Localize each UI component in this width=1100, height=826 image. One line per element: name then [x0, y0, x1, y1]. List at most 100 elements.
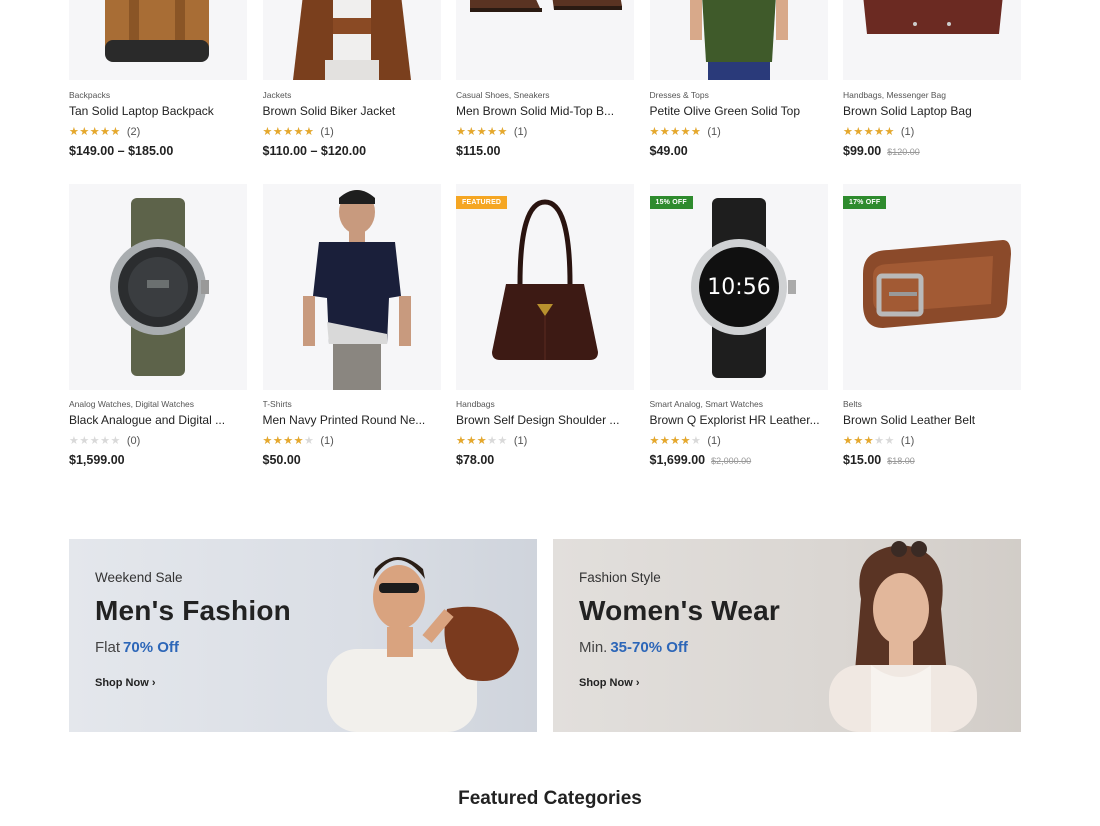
product-price: $15.00 $18.00	[843, 453, 915, 467]
star-rating-icon: ★★★★★★★★★★	[456, 434, 508, 447]
product-image[interactable]: 17% Off	[843, 184, 1021, 390]
product-image[interactable]	[649, 0, 828, 80]
product-price: $110.00 – $120.00	[262, 144, 367, 158]
product-rating: ★★★★★★★★★★ (1)	[843, 126, 1021, 138]
product-image[interactable]	[262, 0, 441, 80]
product-price: $1,599.00	[69, 453, 125, 467]
review-count: (1)	[707, 126, 721, 138]
product-categories[interactable]: Backpacks	[69, 90, 247, 100]
star-rating-icon: ★★★★★★★★★★	[456, 125, 508, 138]
review-count: (2)	[126, 126, 141, 138]
product-categories[interactable]: Handbags	[456, 399, 634, 409]
star-rating-icon: ★★★★★★★★★★	[843, 434, 895, 447]
product-name[interactable]: Tan Solid Laptop Backpack	[69, 104, 247, 118]
product-image[interactable]: Featured	[456, 184, 634, 390]
product-name[interactable]: Men Brown Solid Mid-Top B...	[456, 104, 634, 118]
banner-offer: Flat 70% Off	[95, 639, 179, 656]
product-rating: ★★★★★★★★★★ (1)	[263, 126, 441, 138]
product-card[interactable]: 10:56 15% Off Smart Analog, Smart Watche…	[649, 184, 828, 467]
product-name[interactable]: Men Navy Printed Round Ne...	[263, 413, 441, 427]
star-rating-icon: ★★★★★★★★★★	[69, 125, 121, 138]
product-categories[interactable]: Handbags, Messenger Bag	[843, 90, 1021, 100]
product-card[interactable]: Dresses & Tops Petite Olive Green Solid …	[649, 0, 828, 158]
discount-badge: 17% Off	[843, 196, 887, 209]
review-count: (1)	[900, 435, 915, 447]
product-rating: ★★★★★★★★★★ (1)	[843, 435, 1021, 447]
product-price: $149.00 – $185.00	[69, 144, 174, 158]
star-rating-icon: ★★★★★★★★★★	[262, 125, 315, 138]
product-price: $78.00	[456, 453, 495, 467]
banner-subtitle: Weekend Sale	[95, 570, 183, 585]
review-count: (1)	[320, 435, 334, 447]
product-image[interactable]	[69, 0, 247, 80]
product-name[interactable]: Brown Self Design Shoulder ...	[456, 413, 634, 427]
product-name[interactable]: Brown Q Explorist HR Leather...	[650, 413, 828, 427]
product-rating: ★★★★★★★★★★ (1)	[456, 435, 634, 447]
featured-categories-heading: Featured Categories	[458, 788, 642, 809]
product-rating: ★★★★★★★★★★ (1)	[650, 435, 828, 447]
svg-text:10:56: 10:56	[707, 275, 770, 300]
star-rating-icon: ★★★★★★★★★★	[69, 434, 121, 447]
product-categories[interactable]: Analog Watches, Digital Watches	[69, 399, 247, 409]
discount-badge: 15% Off	[649, 196, 693, 209]
banner-title: Men's Fashion	[95, 595, 291, 626]
product-card[interactable]: T-Shirts Men Navy Printed Round Ne... ★★…	[262, 184, 441, 467]
product-categories[interactable]: Casual Shoes, Sneakers	[456, 90, 634, 100]
review-count: (1)	[513, 126, 528, 138]
product-name[interactable]: Brown Solid Laptop Bag	[843, 104, 1021, 118]
review-count: (0)	[126, 435, 141, 447]
shop-now-link[interactable]: Shop Now ›	[95, 677, 156, 689]
product-price: $49.00	[649, 144, 688, 158]
product-categories[interactable]: Dresses & Tops	[650, 90, 828, 100]
product-name[interactable]: Black Analogue and Digital ...	[69, 413, 247, 427]
review-count: (1)	[707, 435, 721, 447]
star-rating-icon: ★★★★★★★★★★	[649, 125, 702, 138]
product-image[interactable]	[262, 184, 441, 390]
banner-man-image	[327, 557, 519, 732]
product-categories[interactable]: Jackets	[263, 90, 441, 100]
chevron-right-icon: ›	[151, 677, 156, 689]
product-name[interactable]: Petite Olive Green Solid Top	[650, 104, 828, 118]
product-rating: ★★★★★ ★★★★★ (2)	[69, 126, 247, 138]
product-price: $50.00	[262, 453, 301, 467]
product-price: $99.00 $120.00	[843, 144, 920, 158]
product-categories[interactable]: Belts	[843, 399, 1021, 409]
product-categories[interactable]: Smart Analog, Smart Watches	[650, 399, 828, 409]
star-rating-icon: ★★★★★★★★★★	[262, 434, 315, 447]
banner-woman-image	[829, 541, 977, 732]
product-rating: ★★★★★★★★★★ (1)	[263, 435, 441, 447]
product-image[interactable]	[69, 184, 247, 390]
product-image[interactable]	[843, 0, 1021, 80]
review-count: (1)	[320, 126, 334, 138]
product-grid-row-1: Backpacks Tan Solid Laptop Backpack ★★★★…	[69, 0, 1024, 158]
product-price: $115.00	[456, 144, 501, 158]
star-rating-icon: ★★★★★★★★★★	[843, 125, 895, 138]
banner-title: Women's Wear	[579, 595, 780, 626]
product-rating: ★★★★★★★★★★ (1)	[456, 126, 634, 138]
product-card[interactable]: Handbags, Messenger Bag Brown Solid Lapt…	[843, 0, 1021, 158]
product-card[interactable]: Analog Watches, Digital Watches Black An…	[69, 184, 247, 467]
mens-fashion-banner[interactable]: Weekend Sale Men's Fashion Flat 70% Off S…	[69, 539, 537, 732]
product-image[interactable]: 10:56 15% Off	[649, 184, 828, 390]
chevron-right-icon: ›	[635, 677, 640, 689]
featured-badge: Featured	[456, 196, 508, 209]
product-name[interactable]: Brown Solid Leather Belt	[843, 413, 1021, 427]
product-rating: ★★★★★★★★★★ (0)	[69, 435, 247, 447]
product-grid-row-2: Analog Watches, Digital Watches Black An…	[69, 184, 1024, 467]
product-categories[interactable]: T-Shirts	[263, 399, 441, 409]
product-rating: ★★★★★★★★★★ (1)	[650, 126, 828, 138]
shop-now-link[interactable]: Shop Now ›	[579, 677, 640, 689]
womens-wear-banner[interactable]: Fashion Style Women's Wear Min. 35-70% Of…	[553, 539, 1021, 732]
star-rating-icon: ★★★★★★★★★★	[649, 434, 702, 447]
product-name[interactable]: Brown Solid Biker Jacket	[263, 104, 441, 118]
product-card[interactable]: Backpacks Tan Solid Laptop Backpack ★★★★…	[69, 0, 247, 158]
product-card[interactable]: Casual Shoes, Sneakers Men Brown Solid M…	[456, 0, 634, 158]
product-price: $1,699.00 $2,000.00	[649, 453, 752, 467]
review-count: (1)	[900, 126, 915, 138]
product-card[interactable]: Featured Handbags Brown Self Design Shou…	[456, 184, 634, 467]
banner-offer: Min. 35-70% Off	[579, 639, 688, 656]
product-card[interactable]: 17% Off Belts Brown Solid Leather Belt ★…	[843, 184, 1021, 467]
product-image[interactable]	[456, 0, 634, 80]
product-card[interactable]: Jackets Brown Solid Biker Jacket ★★★★★ ★★…	[262, 0, 441, 158]
banner-subtitle: Fashion Style	[579, 570, 661, 585]
